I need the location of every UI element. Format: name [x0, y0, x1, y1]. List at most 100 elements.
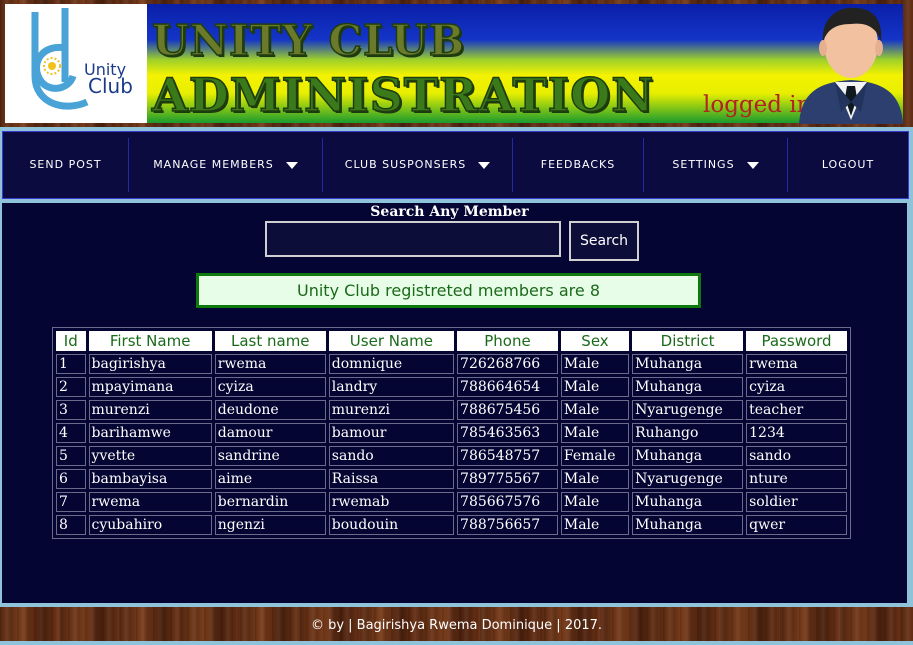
table-row: 7 rwema bernardin rwemab 785667576 Male …	[56, 492, 847, 512]
column-header-last-name: Last name	[214, 331, 326, 351]
main-nav: Send Post Manage Members Club Susponsers…	[2, 131, 909, 199]
footer-copyright: © by | Bagirishya Rwema Dominique | 2017…	[310, 618, 603, 633]
cell-first-name: yvette	[88, 446, 212, 466]
cell-id: 7	[56, 492, 86, 512]
cell-last-name: bernardin	[214, 492, 326, 512]
cell-password: teacher	[746, 400, 847, 420]
table-row: 1 bagirishya rwema domnique 726268766 Ma…	[56, 354, 847, 374]
cell-id: 4	[56, 423, 86, 443]
column-header-phone: Phone	[457, 331, 558, 351]
cell-last-name: deudone	[214, 400, 326, 420]
cell-phone: 786548757	[457, 446, 558, 466]
club-logo: Unity Club	[5, 4, 147, 123]
main-content: Search Any Member Search Unity Club regi…	[2, 203, 907, 603]
page-title-line1: Unity Club	[151, 15, 466, 66]
cell-district: Muhanga	[632, 515, 744, 535]
nav-feedbacks[interactable]: Feedbacks	[513, 132, 643, 198]
nav-settings[interactable]: Settings	[644, 132, 787, 198]
cell-password: sando	[746, 446, 847, 466]
cell-id: 1	[56, 354, 86, 374]
cell-password: 1234	[746, 423, 847, 443]
nav-logout[interactable]: Logout	[788, 132, 908, 198]
cell-sex: Male	[560, 354, 630, 374]
cell-first-name: bagirishya	[88, 354, 212, 374]
cell-district: Muhanga	[632, 446, 744, 466]
header-banner: Unity Club Unity Club Administration log…	[5, 4, 903, 123]
nav-send-post[interactable]: Send Post	[3, 132, 128, 198]
cell-id: 8	[56, 515, 86, 535]
cell-last-name: aime	[214, 469, 326, 489]
column-header-user-name: User Name	[328, 331, 455, 351]
column-header-district: District	[632, 331, 744, 351]
cell-sex: Female	[560, 446, 630, 466]
cell-district: Nyarugenge	[632, 469, 744, 489]
search-input[interactable]	[265, 221, 561, 257]
member-count-banner: Unity Club registreted members are 8	[196, 273, 701, 308]
chevron-down-icon	[285, 161, 298, 169]
cell-user-name: landry	[328, 377, 455, 397]
cell-phone: 785463563	[457, 423, 558, 443]
cell-last-name: damour	[214, 423, 326, 443]
column-header-id: Id	[56, 331, 86, 351]
search-button[interactable]: Search	[569, 221, 639, 261]
cell-phone: 726268766	[457, 354, 558, 374]
cell-district: Muhanga	[632, 492, 744, 512]
cell-sex: Male	[560, 469, 630, 489]
cell-last-name: ngenzi	[214, 515, 326, 535]
search-label: Search Any Member	[370, 204, 529, 220]
cell-password: soldier	[746, 492, 847, 512]
user-avatar-icon	[799, 7, 903, 124]
cell-user-name: rwemab	[328, 492, 455, 512]
footer: © by | Bagirishya Rwema Dominique | 2017…	[0, 607, 913, 641]
chevron-down-icon	[746, 161, 759, 169]
cell-id: 6	[56, 469, 86, 489]
page-title-line2: Administration	[151, 67, 655, 123]
nav-logout-label: Logout	[821, 158, 875, 171]
nav-club-susponsers[interactable]: Club Susponsers	[323, 132, 512, 198]
table-row: 2 mpayimana cyiza landry 788664654 Male …	[56, 377, 847, 397]
nav-manage-members[interactable]: Manage Members	[129, 132, 322, 198]
chevron-down-icon	[478, 161, 491, 169]
table-row: 5 yvette sandrine sando 786548757 Female…	[56, 446, 847, 466]
nav-club-susponsers-label: Club Susponsers	[344, 158, 467, 171]
column-header-sex: Sex	[560, 331, 630, 351]
cell-password: rwema	[746, 354, 847, 374]
cell-id: 5	[56, 446, 86, 466]
nav-send-post-label: Send Post	[29, 158, 102, 171]
cell-user-name: boudouin	[328, 515, 455, 535]
cell-user-name: sando	[328, 446, 455, 466]
table-header-row: Id First Name Last name User Name Phone …	[56, 331, 847, 351]
members-table: Id First Name Last name User Name Phone …	[52, 327, 851, 539]
table-row: 3 murenzi deudone murenzi 788675456 Male…	[56, 400, 847, 420]
cell-phone: 788675456	[457, 400, 558, 420]
table-row: 8 cyubahiro ngenzi boudouin 788756657 Ma…	[56, 515, 847, 535]
cell-first-name: barihamwe	[88, 423, 212, 443]
cell-sex: Male	[560, 515, 630, 535]
cell-user-name: domnique	[328, 354, 455, 374]
cell-user-name: murenzi	[328, 400, 455, 420]
cell-sex: Male	[560, 492, 630, 512]
cell-phone: 785667576	[457, 492, 558, 512]
cell-password: nture	[746, 469, 847, 489]
table-row: 4 barihamwe damour bamour 785463563 Male…	[56, 423, 847, 443]
cell-first-name: rwema	[88, 492, 212, 512]
cell-user-name: Raissa	[328, 469, 455, 489]
cell-password: cyiza	[746, 377, 847, 397]
nav-settings-label: Settings	[672, 158, 735, 171]
cell-district: Muhanga	[632, 354, 744, 374]
cell-password: qwer	[746, 515, 847, 535]
cell-user-name: bamour	[328, 423, 455, 443]
cell-last-name: rwema	[214, 354, 326, 374]
cell-sex: Male	[560, 400, 630, 420]
cell-district: Muhanga	[632, 377, 744, 397]
cell-first-name: bambayisa	[88, 469, 212, 489]
nav-manage-members-label: Manage Members	[153, 158, 274, 171]
cell-district: Ruhango	[632, 423, 744, 443]
column-header-password: Password	[746, 331, 847, 351]
cell-sex: Male	[560, 423, 630, 443]
cell-district: Nyarugenge	[632, 400, 744, 420]
cell-phone: 788756657	[457, 515, 558, 535]
cell-id: 2	[56, 377, 86, 397]
cell-id: 3	[56, 400, 86, 420]
cell-phone: 789775567	[457, 469, 558, 489]
